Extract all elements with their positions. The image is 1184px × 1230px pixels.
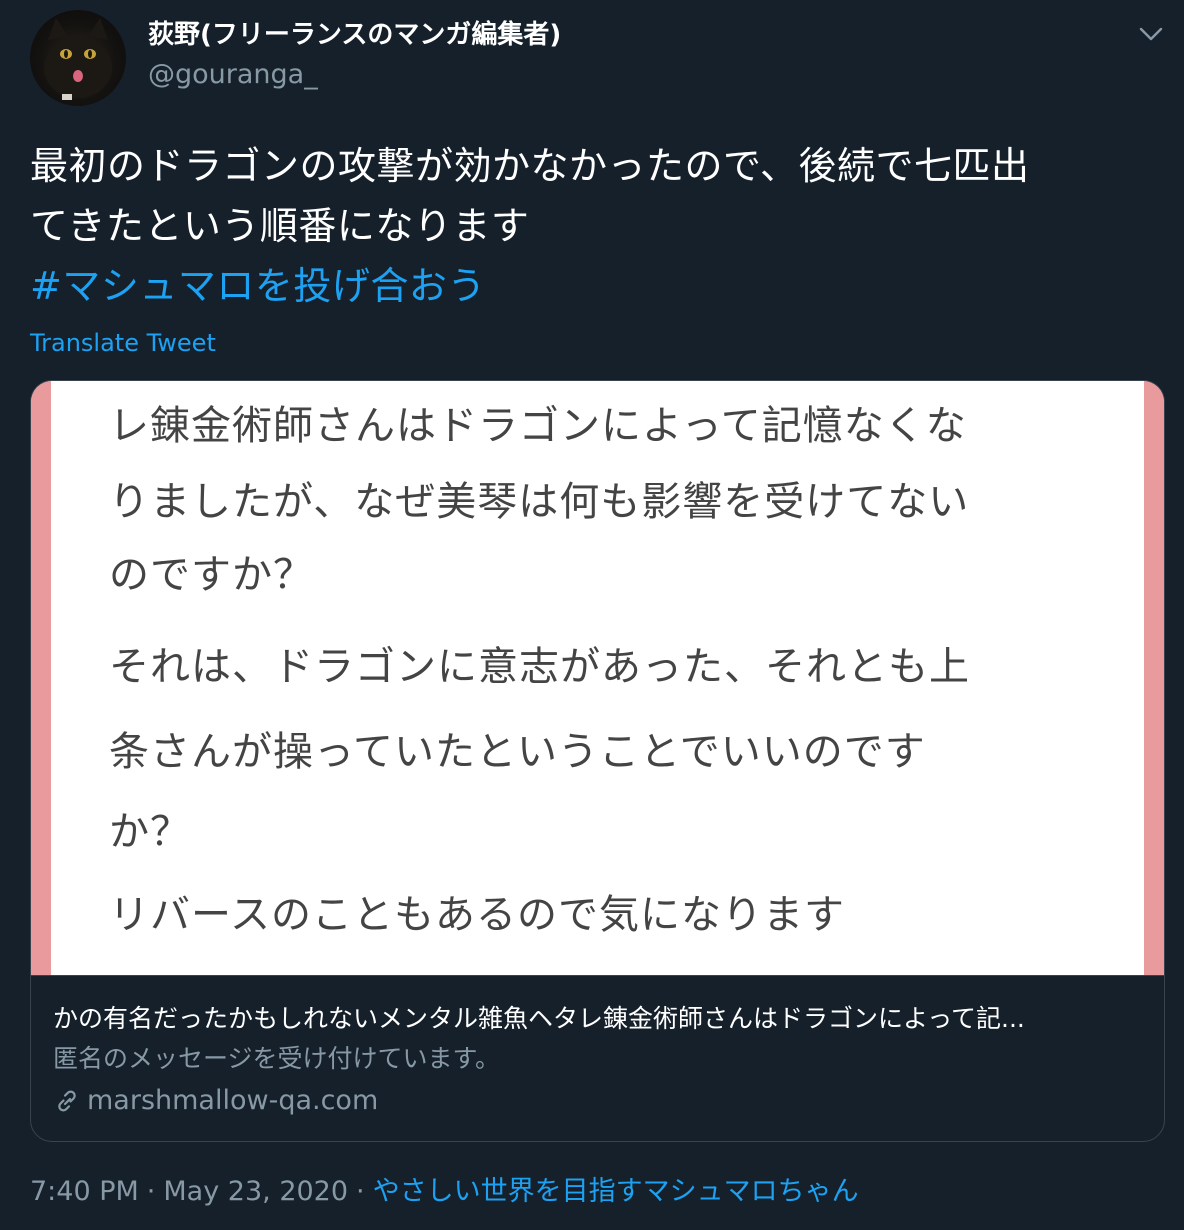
author-avatar[interactable] xyxy=(30,10,126,106)
card-description: 匿名のメッセージを受け付けています。 xyxy=(53,1044,501,1073)
chevron-down-icon[interactable] xyxy=(1134,20,1168,48)
author-handle[interactable]: @gouranga_ xyxy=(148,58,318,92)
author-display-name[interactable]: 荻野(フリーランスのマンガ編集者) xyxy=(148,18,561,52)
meta-separator: · xyxy=(356,1176,365,1207)
card-question-line: レ錬金術師さんはドラゴンによって記憶なくな xyxy=(109,403,967,449)
tweet-text: 最初のドラゴンの攻撃が効かなかったので、後続で七匹出 てきたという順番になります… xyxy=(30,136,1160,316)
card-title: かの有名だったかもしれないメンタル雑魚ヘタレ錬金術師さんはドラゴンによって記..… xyxy=(53,1004,1025,1033)
tweet-date[interactable]: May 23, 2020 xyxy=(163,1176,348,1207)
card-question-line: それは、ドラゴンに意志があった、それとも上 xyxy=(109,644,970,690)
tweet-source-link[interactable]: やさしい世界を目指すマシュマロちゃん xyxy=(373,1176,859,1207)
tweet-metadata: 7:40 PM · May 23, 2020 · やさしい世界を目指すマシュマロちゃん xyxy=(30,1174,859,1210)
card-question-line: りましたが、なぜ美琴は何も影響を受けてない xyxy=(109,479,970,525)
tweet: 荻野(フリーランスのマンガ編集者) @gouranga_ 最初のドラゴンの攻撃が… xyxy=(0,0,1184,1230)
tweet-text-line: 最初のドラゴンの攻撃が効かなかったので、後続で七匹出 xyxy=(30,144,1030,188)
tweet-text-line: てきたという順番になります xyxy=(30,204,530,248)
link-icon xyxy=(58,1090,76,1112)
card-divider xyxy=(31,975,1164,976)
link-preview-card[interactable]: レ錬金術師さんはドラゴンによって記憶なくな りましたが、なぜ美琴は何も影響を受け… xyxy=(30,380,1165,1142)
card-body: かの有名だったかもしれないメンタル雑魚ヘタレ錬金術師さんはドラゴンによって記..… xyxy=(53,1001,1143,1119)
card-question-line: 条さんが操っていたということでいいのです xyxy=(109,729,926,775)
card-image-accent-right xyxy=(1144,381,1164,975)
card-image: レ錬金術師さんはドラゴンによって記憶なくな りましたが、なぜ美琴は何も影響を受け… xyxy=(31,381,1164,975)
card-image-accent-left xyxy=(31,381,51,975)
card-domain: marshmallow-qa.com xyxy=(53,1083,1143,1119)
card-question-line: リバースのこともあるので気になります xyxy=(109,892,845,938)
translate-tweet-link[interactable]: Translate Tweet xyxy=(30,326,216,360)
card-domain-text: marshmallow-qa.com xyxy=(87,1085,379,1116)
card-question-line: か？ xyxy=(109,809,191,855)
cat-avatar-icon xyxy=(44,18,112,100)
card-question-line: のですか？ xyxy=(109,552,314,598)
meta-separator: · xyxy=(146,1176,156,1207)
tweet-time[interactable]: 7:40 PM xyxy=(30,1176,139,1207)
hashtag-link[interactable]: #マシュマロを投げ合おう xyxy=(30,256,1160,316)
